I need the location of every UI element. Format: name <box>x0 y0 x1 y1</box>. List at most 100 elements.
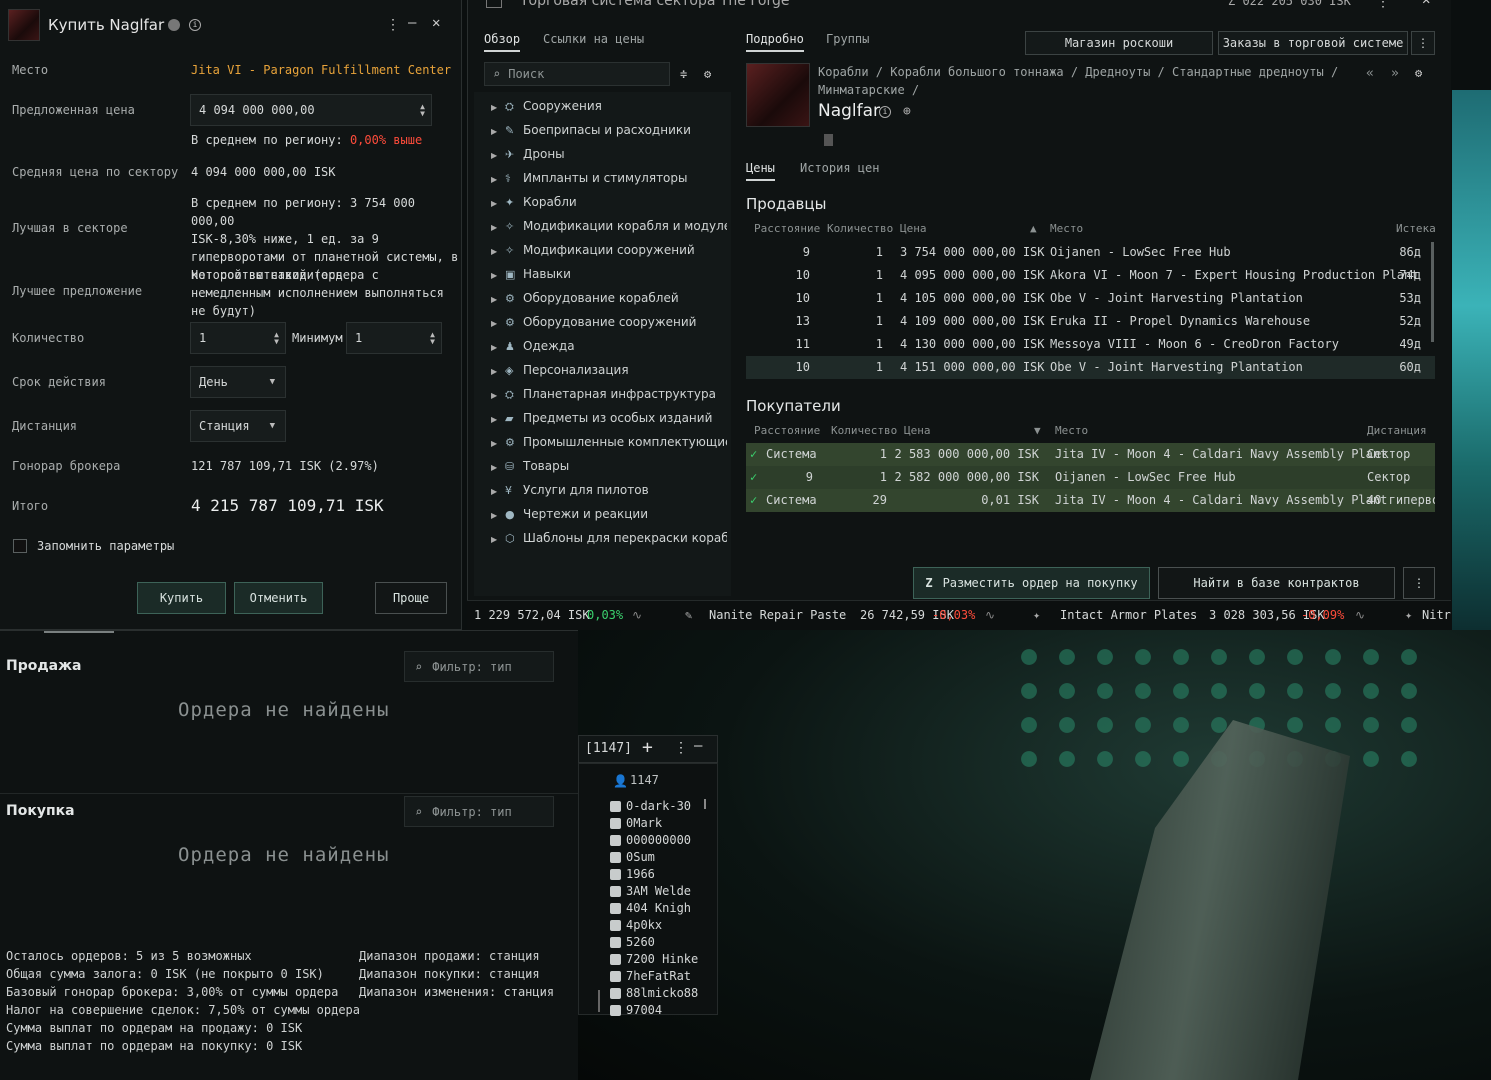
seller-row[interactable]: 10 1 4 151 000 000,00 ISK Obe V - Joint Har… <box>746 356 1435 379</box>
market-category[interactable]: ▶ ● Чертежи и реакции <box>491 507 727 521</box>
buyer-row[interactable]: ✓ Система 29 0,01 ISK Jita IV - Moon 4 - Cal… <box>746 489 1435 512</box>
search-input[interactable]: ⌕ Поиск <box>484 62 670 86</box>
menu-icon[interactable]: ⋮ <box>1376 0 1390 10</box>
market-category[interactable]: ▶ ◈ Персонализация <box>491 363 727 377</box>
forward-icon[interactable]: » <box>1391 66 1399 81</box>
price-input[interactable]: 4 094 000 000,00 ▲ ▼ <box>190 94 432 126</box>
close-icon[interactable]: ✕ <box>1422 0 1430 8</box>
col-distance[interactable]: Расстояние <box>754 424 820 437</box>
menu-icon[interactable]: ⋮ <box>386 17 400 33</box>
price-stepper-icon[interactable]: ▲ ▼ <box>420 103 425 118</box>
col-price[interactable]: Цена <box>904 424 931 437</box>
chat-member[interactable]: 0-dark-30 <box>626 799 710 813</box>
market-category[interactable]: ▶ ⚙ Промышленные комплектующие <box>491 435 727 449</box>
chat-member[interactable]: 1966 <box>626 867 710 881</box>
seller-row[interactable]: 10 1 4 095 000 000,00 ISK Akora VI - Moon 7… <box>746 264 1435 287</box>
quantity-input[interactable]: 1 ▲ ▼ <box>190 322 286 354</box>
chat-member[interactable]: 7200 Hinke <box>626 952 710 966</box>
market-category[interactable]: ▶ ⚕ Импланты и стимуляторы <box>491 171 727 185</box>
buyer-row[interactable]: ✓ Система 1 2 583 000 000,00 ISK Jita IV - M… <box>746 443 1435 466</box>
minimize-icon[interactable]: — <box>408 15 416 31</box>
market-category[interactable]: ▶ ¥ Услуги для пилотов <box>491 483 727 497</box>
tab-groups[interactable]: Группы <box>826 32 869 46</box>
chat-member[interactable]: 88lmicko88 <box>626 986 710 1000</box>
market-category[interactable]: ▶ ⛭ Планетарная инфраструктура <box>491 387 727 402</box>
system-orders-button[interactable]: Заказы в торговой системе <box>1218 31 1408 55</box>
minimum-stepper-icon[interactable]: ▲ ▼ <box>430 331 435 346</box>
info-icon[interactable]: i <box>189 19 201 31</box>
settings-icon[interactable]: ⚙ <box>704 67 711 81</box>
menu-icon[interactable]: ⋮ <box>674 740 688 756</box>
market-category[interactable]: ▶ ✧ Модификации сооружений <box>491 243 727 257</box>
place-buy-order-button[interactable]: Z Разместить ордер на покупку <box>913 567 1150 599</box>
close-icon[interactable]: ✕ <box>432 15 440 31</box>
buy-filter-input[interactable]: ⌕ Фильтр: тип <box>404 796 554 827</box>
col-price[interactable]: Цена <box>900 222 927 235</box>
breadcrumb-continued[interactable]: Минматарские / <box>818 83 919 97</box>
col-expires[interactable]: Истека <box>1396 222 1436 235</box>
ticker-item-name[interactable]: Intact Armor Plates <box>1060 608 1197 622</box>
sort-asc-icon[interactable]: ▲ <box>1030 222 1037 235</box>
seller-row[interactable]: 9 1 3 754 000 000,00 ISK Oijanen - LowSec F… <box>746 241 1435 264</box>
info-icon[interactable]: i <box>879 106 891 118</box>
quantity-stepper-icon[interactable]: ▲ ▼ <box>274 331 279 346</box>
col-distance[interactable]: Расстояние <box>754 222 820 235</box>
col-quantity[interactable]: Количество <box>831 424 897 437</box>
ticker-item-name[interactable]: Nanite Repair Paste <box>709 608 846 622</box>
tab-prices[interactable]: Цены <box>746 161 775 181</box>
market-category[interactable]: ▶ ⛭ Сооружения <box>491 99 727 114</box>
duration-select[interactable]: День ▼ <box>190 366 286 398</box>
settings-icon[interactable]: ⚙ <box>1415 66 1422 80</box>
buy-button[interactable]: Купить <box>137 582 226 614</box>
market-category[interactable]: ▶ ⬡ Шаблоны для перекраски кораблей <box>491 531 727 545</box>
market-category[interactable]: ▶ ⚙ Оборудование сооружений <box>491 315 727 329</box>
chat-member[interactable]: 0Mark <box>626 816 710 830</box>
range-select[interactable]: Станция ▼ <box>190 410 286 442</box>
tab-price-history[interactable]: История цен <box>800 161 879 175</box>
luxury-store-button[interactable]: Магазин роскоши <box>1025 31 1213 55</box>
cancel-button[interactable]: Отменить <box>234 582 323 614</box>
chat-scrollbar[interactable] <box>704 799 706 809</box>
seller-row[interactable]: 13 1 4 109 000 000,00 ISK Eruka II - Propel… <box>746 310 1435 333</box>
market-category[interactable]: ▶ ▣ Навыки <box>491 267 727 281</box>
location-link[interactable]: Jita VI - Paragon Fulfillment Center <box>191 63 451 77</box>
minimize-icon[interactable]: — <box>694 738 702 754</box>
seller-row[interactable]: 10 1 4 105 000 000,00 ISK Obe V - Joint Har… <box>746 287 1435 310</box>
tab-details[interactable]: Подробно <box>746 32 804 52</box>
more-options-icon[interactable]: ⋮ <box>1411 31 1435 55</box>
chat-member[interactable]: 4p0kx <box>626 918 710 932</box>
col-range[interactable]: Дистанция <box>1367 424 1427 437</box>
item-thumbnail[interactable] <box>746 63 810 127</box>
market-category[interactable]: ▶ ⛁ Товары <box>491 459 727 473</box>
chat-member[interactable]: 7heFatRat <box>626 969 710 983</box>
chat-member[interactable]: 404 Knigh <box>626 901 710 915</box>
tab-overview[interactable]: Обзор <box>484 32 521 52</box>
collapse-icon[interactable]: ≑ <box>680 67 687 81</box>
minimum-input[interactable]: 1 ▲ ▼ <box>346 322 442 354</box>
market-category[interactable]: ▶ ⚙ Оборудование кораблей <box>491 291 727 305</box>
col-quantity[interactable]: Количество <box>827 222 893 235</box>
market-category[interactable]: ▶ ▰ Предметы из особых изданий <box>491 411 727 425</box>
sell-filter-input[interactable]: ⌕ Фильтр: тип <box>404 651 554 682</box>
ship-thumbnail[interactable] <box>8 9 40 41</box>
ticker-item-name[interactable]: Nitr <box>1422 608 1451 622</box>
chat-resize-handle[interactable] <box>598 990 600 1012</box>
chat-member[interactable]: 000000000 <box>626 833 710 847</box>
chat-member[interactable]: 0Sum <box>626 850 710 864</box>
more-options-icon[interactable]: ⋮ <box>1403 567 1435 599</box>
market-category[interactable]: ▶ ♟ Одежда <box>491 339 727 353</box>
chat-member[interactable]: 97004 <box>626 1003 710 1017</box>
col-location[interactable]: Место <box>1050 222 1083 235</box>
buyer-row[interactable]: ✓ 9 1 2 582 000 000,00 ISK Oijanen - LowSec … <box>746 466 1435 489</box>
remember-checkbox[interactable] <box>13 539 27 553</box>
sort-desc-icon[interactable]: ▼ <box>1034 424 1041 437</box>
market-category[interactable]: ▶ ✎ Боеприпасы и расходники <box>491 123 727 137</box>
chat-member[interactable]: 5260 <box>626 935 710 949</box>
chat-member[interactable]: 3AM Welde <box>626 884 710 898</box>
seller-row[interactable]: 11 1 4 130 000 000,00 ISK Messoya VIII - Mo… <box>746 333 1435 356</box>
add-icon[interactable]: + <box>642 737 653 758</box>
simple-mode-button[interactable]: Проще <box>375 582 447 614</box>
col-location[interactable]: Место <box>1055 424 1088 437</box>
tab-price-links[interactable]: Ссылки на цены <box>543 32 644 46</box>
sellers-scrollbar[interactable] <box>1431 242 1434 342</box>
